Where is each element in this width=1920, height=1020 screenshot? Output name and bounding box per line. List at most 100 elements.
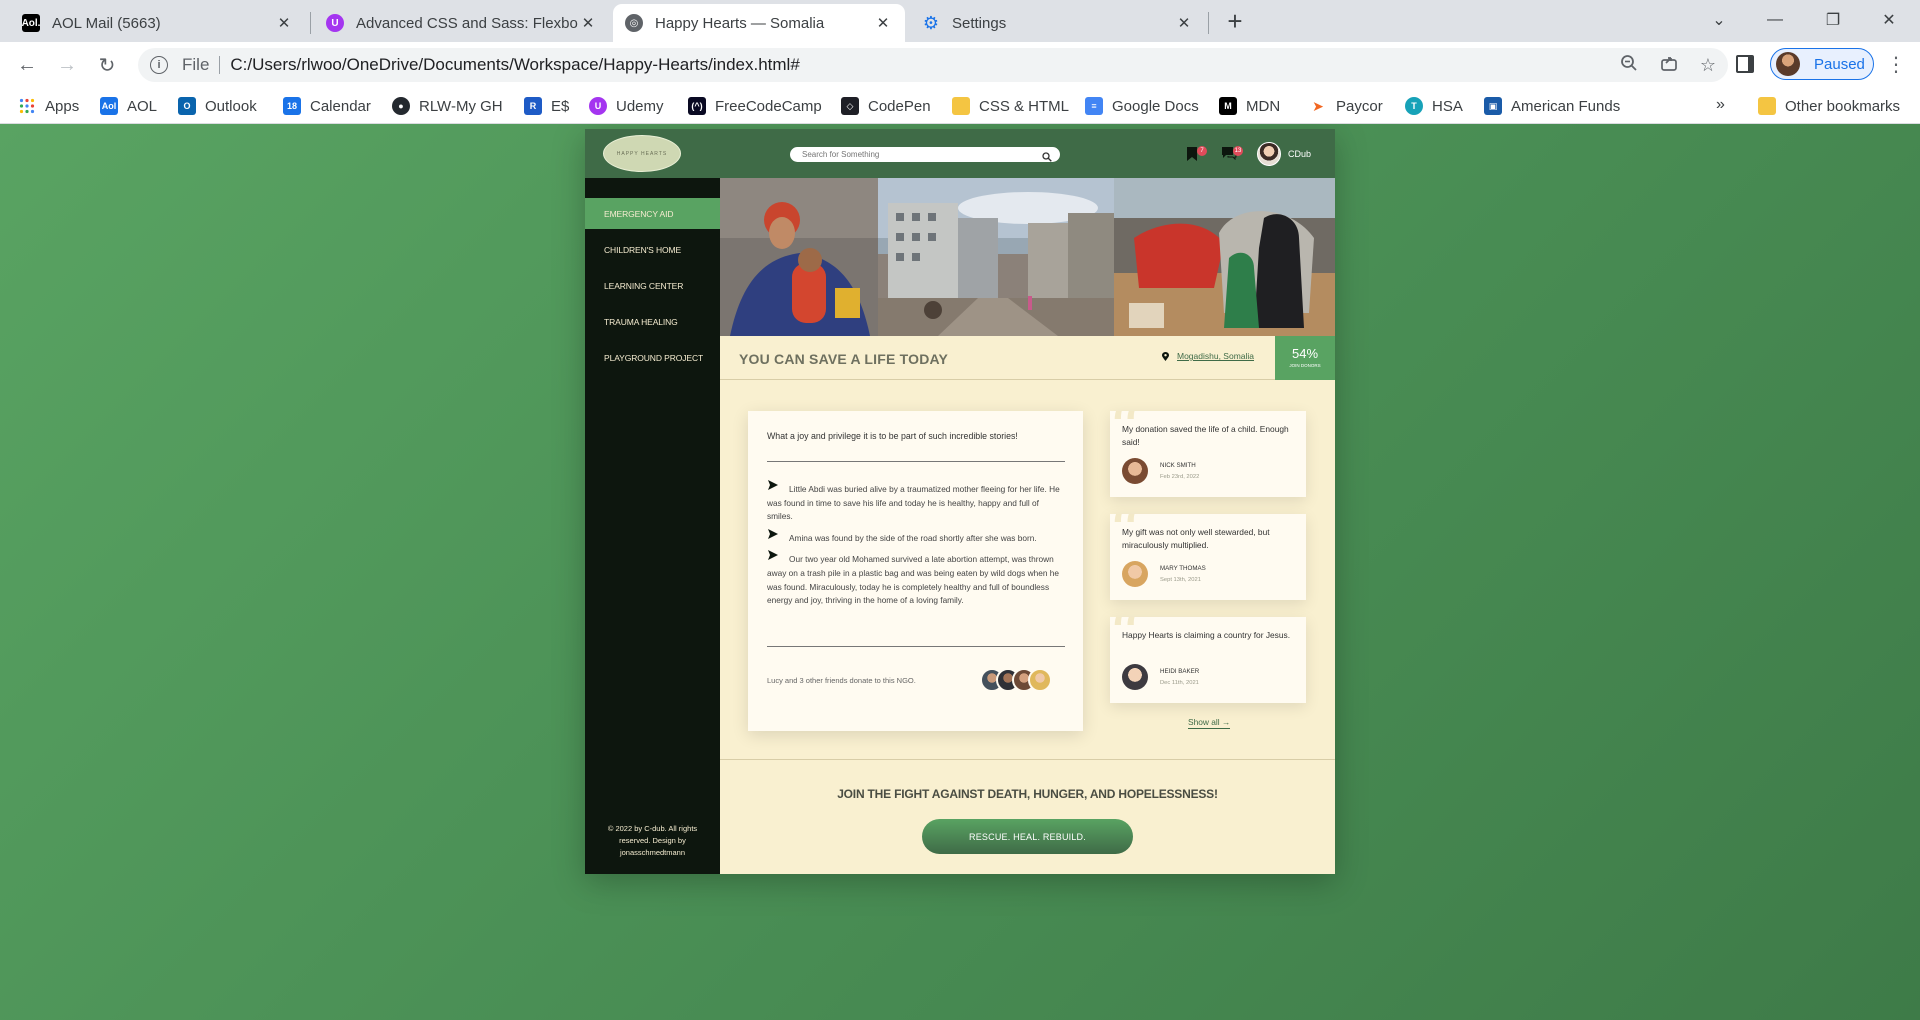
review-card: “ Happy Hearts is claiming a country for… — [1110, 617, 1306, 703]
avatar — [1122, 561, 1148, 587]
sidebar-item-emergency-aid[interactable]: Emergency Aid — [585, 198, 720, 229]
user-menu[interactable]: CDub — [1256, 142, 1311, 166]
bookmark-calendar[interactable]: 18 Calendar — [283, 94, 371, 118]
bookmark-label: FreeCodeCamp — [715, 97, 822, 115]
bookmark-freecodecamp[interactable]: (^) FreeCodeCamp — [688, 94, 822, 118]
review-card: “ My donation saved the life of a child.… — [1110, 411, 1306, 497]
cta-button[interactable]: RESCUE. HEAL. REBUILD. — [922, 819, 1133, 854]
bookmark-paycor[interactable]: ➤ Paycor — [1309, 94, 1383, 118]
mdn-icon: M — [1219, 97, 1237, 115]
bookmark-label: Apps — [45, 97, 80, 115]
bookmark-css-html[interactable]: CSS & HTML — [952, 94, 1069, 118]
page-viewport: HAPPY HEARTS 7 13 CDub — [0, 124, 1920, 1020]
avatar — [1776, 52, 1800, 76]
bookmark-label: AOL — [127, 97, 158, 115]
bookmark-label: Google Docs — [1112, 97, 1199, 115]
review-author: NICK SMITH — [1160, 462, 1196, 469]
bookmark-google-docs[interactable]: ≡ Google Docs — [1085, 94, 1199, 118]
close-icon[interactable]: ✕ — [274, 13, 294, 33]
zoom-icon[interactable] — [1620, 54, 1638, 77]
story-intro: What a joy and privilege it is to be par… — [767, 431, 1018, 441]
page-title: YOU CAN SAVE A LIFE TODAY — [739, 351, 949, 367]
tab-happy-hearts[interactable]: ◎ Happy Hearts — Somalia ✕ — [613, 4, 905, 42]
close-window-button[interactable]: ✕ — [1866, 0, 1912, 40]
address-divider — [219, 56, 221, 74]
divider — [767, 646, 1065, 647]
sidebar-item-playground-project[interactable]: Playground Project — [585, 342, 720, 373]
info-icon[interactable]: i — [150, 56, 168, 74]
bookmark-hsa[interactable]: T HSA — [1405, 94, 1463, 118]
globe-icon: ◎ — [625, 14, 643, 32]
user-nav: 7 13 CDub — [1185, 141, 1311, 167]
bookmark-outlook[interactable]: O Outlook — [178, 94, 257, 118]
chat-notification[interactable]: 13 — [1221, 146, 1243, 162]
reload-button[interactable]: ↻ — [91, 49, 123, 81]
bookmark-star-icon[interactable]: ☆ — [1700, 55, 1716, 76]
tab-aol-mail[interactable]: Aol. AOL Mail (5663) ✕ — [10, 4, 306, 42]
address-url[interactable]: C:/Users/rlwoo/OneDrive/Documents/Worksp… — [230, 55, 799, 75]
udemy-icon: U — [326, 14, 344, 32]
search-icon[interactable] — [1042, 149, 1052, 162]
logo-text: HAPPY HEARTS — [616, 150, 668, 157]
tab-divider — [310, 12, 311, 34]
site-header: HAPPY HEARTS 7 13 CDub — [585, 129, 1335, 178]
tab-settings[interactable]: ⚙ Settings ✕ — [910, 4, 1206, 42]
bookmark-label: MDN — [1246, 97, 1281, 115]
bookmark-american-funds[interactable]: ▣ American Funds — [1484, 94, 1620, 118]
more-bookmarks-button[interactable]: » — [1716, 96, 1725, 114]
outlook-icon: O — [178, 97, 196, 115]
location-link[interactable]: Mogadishu, Somalia — [1177, 351, 1254, 361]
show-all-link[interactable]: Show all → — [1188, 717, 1231, 729]
sidebar-item-learning-center[interactable]: Learning Center — [585, 270, 720, 301]
avatar — [1256, 142, 1281, 166]
bookmark-label: CSS & HTML — [979, 97, 1070, 115]
close-icon[interactable]: ✕ — [1174, 13, 1194, 33]
bookmark-label: HSA — [1432, 97, 1463, 115]
sidebar-item-childrens-home[interactable]: Children's Home — [585, 234, 720, 265]
side-panel-icon[interactable] — [1736, 55, 1754, 73]
profile-button[interactable]: Paused — [1770, 48, 1874, 80]
friends-donating-text: Lucy and 3 other friends donate to this … — [767, 676, 916, 685]
notification-badge: 7 — [1196, 146, 1207, 156]
menu-icon[interactable]: ⋮ — [1884, 50, 1908, 80]
share-icon[interactable] — [1660, 54, 1678, 77]
bookmark-mdn[interactable]: M MDN — [1219, 94, 1280, 118]
story-card: What a joy and privilege it is to be par… — [748, 411, 1083, 731]
review-date: Feb 23rd, 2022 — [1160, 474, 1200, 480]
sidebar-item-trauma-healing[interactable]: Trauma Healing — [585, 306, 720, 337]
close-icon[interactable]: ✕ — [578, 13, 598, 33]
back-button[interactable]: ← — [11, 49, 43, 81]
donor-percentage-badge: 54% JOIN DONORS — [1275, 336, 1335, 380]
bookmark-apps[interactable]: Apps — [18, 94, 79, 118]
bookmark-github[interactable]: ● RLW-My GH — [392, 94, 503, 118]
bookmark-label: Other bookmarks — [1785, 97, 1901, 115]
bookmark-label: CodePen — [868, 97, 931, 115]
list-item: Our two year old Mohamed survived a late… — [767, 550, 1065, 607]
tab-advanced-css[interactable]: U Advanced CSS and Sass: Flexbox, ✕ — [314, 4, 610, 42]
tab-search-icon[interactable]: ⌄ — [1696, 0, 1742, 40]
site-logo[interactable]: HAPPY HEARTS — [603, 135, 681, 172]
bookmark-other[interactable]: Other bookmarks — [1758, 94, 1900, 118]
bookmark-udemy[interactable]: U Udemy — [589, 94, 664, 118]
new-tab-button[interactable]: + — [1221, 8, 1249, 36]
bookmark-label: Paycor — [1336, 97, 1383, 115]
gallery-photo-mother-child[interactable] — [720, 178, 878, 336]
minimize-button[interactable]: — — [1752, 0, 1798, 40]
forward-button[interactable]: → — [51, 49, 83, 81]
restore-button[interactable]: ❐ — [1810, 0, 1856, 40]
story-text: Our two year old Mohamed survived a late… — [767, 554, 1059, 606]
review-author: HEIDI BAKER — [1160, 668, 1200, 675]
close-icon[interactable]: ✕ — [873, 13, 893, 33]
gallery-photo-camp[interactable] — [1114, 178, 1335, 336]
bookmark-codepen[interactable]: ◇ CodePen — [841, 94, 931, 118]
donor-percentage-label: JOIN DONORS — [1289, 363, 1321, 368]
address-bar[interactable]: i File C:/Users/rlwoo/OneDrive/Documents… — [138, 48, 1728, 82]
bookmark-e-dollar[interactable]: R E$ — [524, 94, 569, 118]
paycor-icon: ➤ — [1312, 97, 1324, 114]
bookmark-aol[interactable]: Aol AOL — [100, 94, 157, 118]
gallery-photo-street[interactable] — [878, 178, 1114, 336]
sidebar: Emergency Aid Children's Home Learning C… — [585, 178, 720, 874]
review-author: MARY THOMAS — [1160, 565, 1206, 572]
bookmarks-notification[interactable]: 7 — [1185, 146, 1207, 162]
search-input[interactable] — [802, 150, 1032, 159]
